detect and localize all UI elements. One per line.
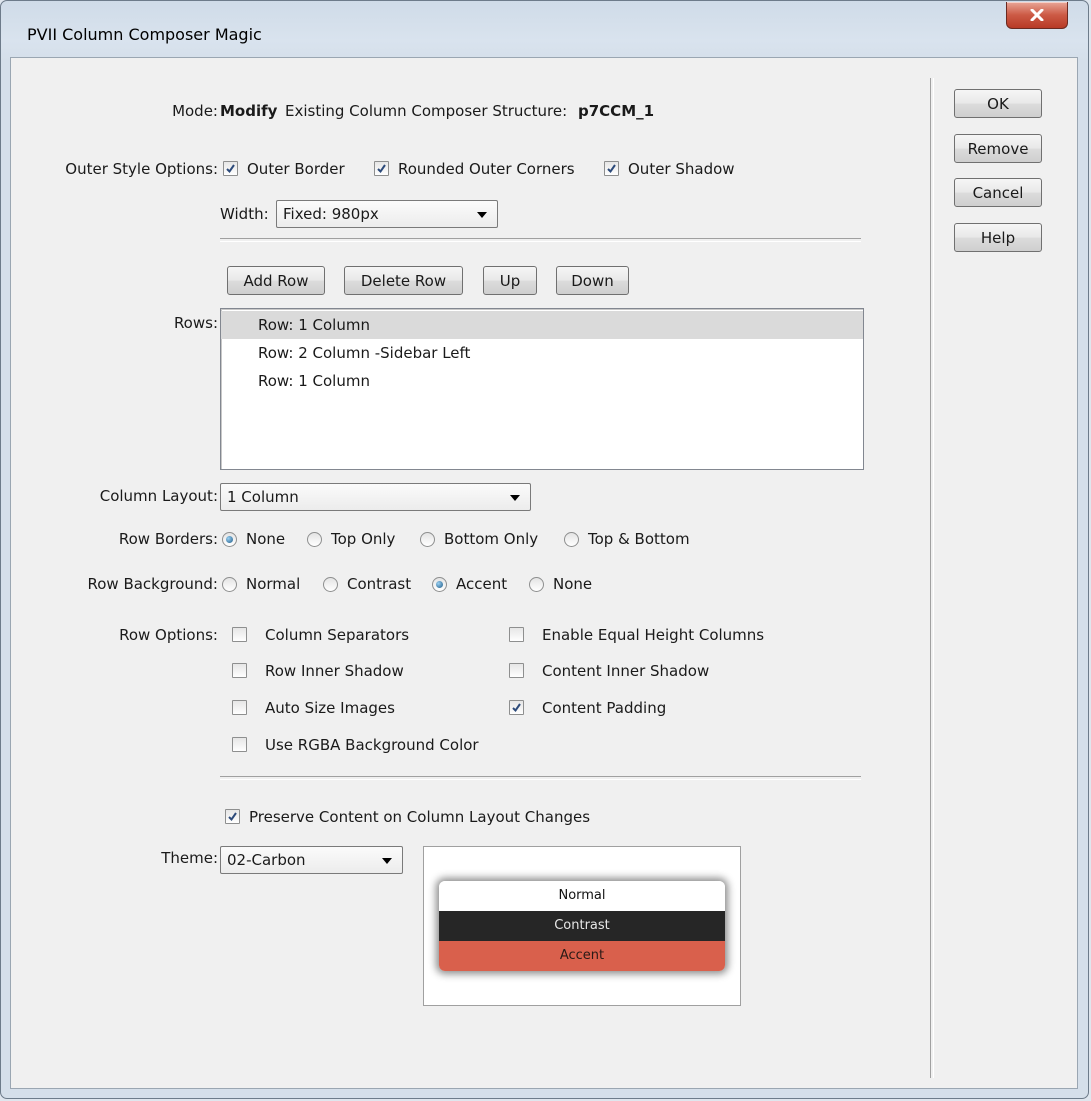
column-separators-checkbox[interactable] bbox=[232, 627, 247, 642]
content-inner-shadow-checkbox[interactable] bbox=[509, 663, 524, 678]
radio-dot-icon bbox=[436, 581, 443, 588]
delete-row-button[interactable]: Delete Row bbox=[344, 266, 463, 295]
row-borders-both-radio[interactable] bbox=[564, 532, 579, 547]
theme-preview: Normal Contrast Accent bbox=[423, 846, 741, 1006]
content-padding-label: Content Padding bbox=[542, 699, 667, 717]
row-inner-shadow-label: Row Inner Shadow bbox=[265, 662, 404, 680]
cancel-button[interactable]: Cancel bbox=[954, 178, 1042, 207]
down-button[interactable]: Down bbox=[556, 266, 629, 295]
width-label: Width: bbox=[220, 205, 269, 223]
row-borders-both-label: Top & Bottom bbox=[588, 530, 690, 548]
row-background-label: Row Background: bbox=[87, 575, 218, 593]
preview-contrast-row: Contrast bbox=[439, 911, 725, 941]
equal-height-checkbox[interactable] bbox=[509, 627, 524, 642]
add-row-button[interactable]: Add Row bbox=[227, 266, 325, 295]
column-layout-value: 1 Column bbox=[227, 488, 299, 506]
checkmark-icon bbox=[512, 703, 521, 713]
outer-border-label: Outer Border bbox=[247, 160, 345, 178]
checkmark-icon bbox=[377, 164, 386, 174]
theme-select-value: 02-Carbon bbox=[227, 851, 306, 869]
outer-shadow-label: Outer Shadow bbox=[628, 160, 735, 178]
preserve-content-checkbox[interactable] bbox=[225, 809, 240, 824]
row-bg-accent-label: Accent bbox=[456, 575, 508, 593]
window-title: PVII Column Composer Magic bbox=[27, 25, 262, 44]
rows-listbox[interactable]: Row: 1 Column Row: 2 Column -Sidebar Lef… bbox=[220, 308, 864, 470]
row-borders-bottom-label: Bottom Only bbox=[444, 530, 539, 548]
content-inner-shadow-label: Content Inner Shadow bbox=[542, 662, 710, 680]
rgba-background-label: Use RGBA Background Color bbox=[265, 736, 479, 754]
remove-button[interactable]: Remove bbox=[954, 134, 1042, 163]
outer-border-checkbox[interactable] bbox=[223, 161, 238, 176]
vertical-separator bbox=[930, 78, 934, 1078]
theme-preview-box: Normal Contrast Accent bbox=[439, 881, 725, 971]
column-layout-label: Column Layout: bbox=[99, 487, 218, 505]
mode-text: Existing Column Composer Structure: bbox=[285, 102, 568, 120]
preview-accent-row: Accent bbox=[439, 941, 725, 971]
row-options-label: Row Options: bbox=[119, 626, 218, 644]
radio-dot-icon bbox=[226, 536, 233, 543]
theme-label: Theme: bbox=[161, 849, 218, 867]
outer-shadow-checkbox[interactable] bbox=[604, 161, 619, 176]
column-layout-select[interactable]: 1 Column bbox=[220, 483, 531, 511]
dialog-window: PVII Column Composer Magic Mode: Modify … bbox=[0, 0, 1089, 1099]
rgba-background-checkbox[interactable] bbox=[232, 737, 247, 752]
row-inner-shadow-checkbox[interactable] bbox=[232, 663, 247, 678]
checkmark-icon bbox=[607, 164, 616, 174]
list-item[interactable]: Row: 1 Column bbox=[221, 367, 863, 395]
theme-select[interactable]: 02-Carbon bbox=[220, 846, 403, 874]
separator bbox=[220, 776, 861, 780]
ok-button[interactable]: OK bbox=[954, 89, 1042, 118]
dialog-body: Mode: Modify Existing Column Composer St… bbox=[10, 57, 1078, 1089]
outer-style-label: Outer Style Options: bbox=[65, 160, 218, 178]
row-bg-accent-radio[interactable] bbox=[432, 577, 447, 592]
row-borders-label: Row Borders: bbox=[118, 530, 218, 548]
help-button[interactable]: Help bbox=[954, 223, 1042, 252]
preview-normal-row: Normal bbox=[439, 881, 725, 911]
row-bg-contrast-label: Contrast bbox=[347, 575, 412, 593]
title-bar[interactable]: PVII Column Composer Magic bbox=[1, 1, 1088, 55]
close-icon bbox=[1030, 9, 1044, 21]
row-bg-normal-label: Normal bbox=[246, 575, 301, 593]
preserve-content-label: Preserve Content on Column Layout Change… bbox=[249, 808, 591, 826]
close-button[interactable] bbox=[1006, 2, 1068, 29]
chevron-down-icon bbox=[510, 495, 520, 501]
chevron-down-icon bbox=[382, 858, 392, 864]
mode-action: Modify bbox=[220, 102, 278, 120]
column-separators-label: Column Separators bbox=[265, 626, 410, 644]
rows-label: Rows: bbox=[173, 314, 218, 332]
mode-label: Mode: bbox=[172, 102, 218, 120]
structure-id: p7CCM_1 bbox=[578, 102, 655, 120]
rounded-corners-label: Rounded Outer Corners bbox=[398, 160, 575, 178]
width-select[interactable]: Fixed: 980px bbox=[276, 200, 498, 228]
row-borders-none-radio[interactable] bbox=[222, 532, 237, 547]
row-bg-none-radio[interactable] bbox=[529, 577, 544, 592]
list-item[interactable]: Row: 1 Column bbox=[221, 311, 863, 339]
row-borders-bottom-radio[interactable] bbox=[420, 532, 435, 547]
rounded-corners-checkbox[interactable] bbox=[374, 161, 389, 176]
row-borders-top-radio[interactable] bbox=[307, 532, 322, 547]
row-bg-normal-radio[interactable] bbox=[222, 577, 237, 592]
up-button[interactable]: Up bbox=[483, 266, 537, 295]
row-bg-contrast-radio[interactable] bbox=[323, 577, 338, 592]
content-padding-checkbox[interactable] bbox=[509, 700, 524, 715]
list-item[interactable]: Row: 2 Column -Sidebar Left bbox=[221, 339, 863, 367]
row-bg-none-label: None bbox=[553, 575, 593, 593]
separator bbox=[220, 238, 861, 242]
chevron-down-icon bbox=[477, 212, 487, 218]
row-borders-none-label: None bbox=[246, 530, 286, 548]
width-select-value: Fixed: 980px bbox=[283, 205, 379, 223]
checkmark-icon bbox=[226, 164, 235, 174]
checkmark-icon bbox=[228, 812, 237, 822]
auto-size-images-label: Auto Size Images bbox=[265, 699, 395, 717]
row-borders-top-label: Top Only bbox=[331, 530, 396, 548]
equal-height-label: Enable Equal Height Columns bbox=[542, 626, 765, 644]
auto-size-images-checkbox[interactable] bbox=[232, 700, 247, 715]
